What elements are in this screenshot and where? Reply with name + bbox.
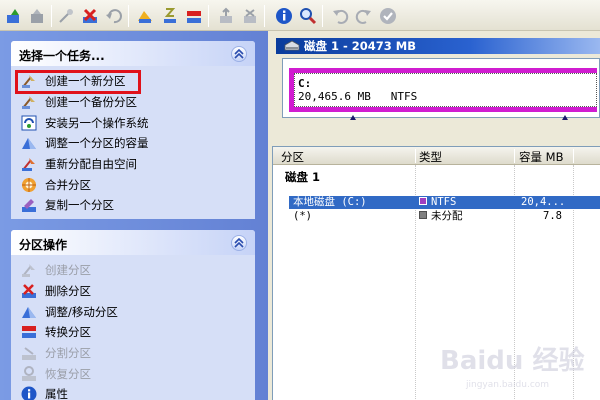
task-install-os[interactable]: 安装另一个操作系统 [11,112,255,133]
save-icon[interactable] [216,6,236,26]
copy-partition-icon [21,197,37,213]
column-partition[interactable]: 分区 [281,149,304,165]
task-label: 合并分区 [45,177,91,192]
split-partition-icon [21,345,37,361]
partition-c-block[interactable]: C: 20,465.6 MB NTFS [289,68,597,112]
task-backup-partition[interactable]: 创建一个备份分区 [11,92,255,113]
task-group-title: 选择一个任务... [19,49,105,63]
delete-partition-icon [21,283,37,299]
partition-name: 本地磁盘 (C:) [293,196,367,208]
partition-type: 未分配 [431,210,463,222]
apply-icon[interactable] [4,6,24,26]
op-resize-move[interactable]: 调整/移动分区 [11,301,255,322]
partition-info: 20,465.6 MB NTFS [298,90,418,103]
wizard-icon[interactable] [56,6,76,26]
recover-partition-icon [21,365,37,382]
task-label: 调整一个分区的容量 [45,136,149,151]
backup-partition-icon [21,94,37,110]
resize-icon[interactable] [135,6,155,26]
op-split-partition: 分割分区 [11,343,255,364]
resize-partition-icon [21,135,37,151]
disk-title-bar: 磁盘 1 - 20473 MB [276,38,600,54]
delete-icon[interactable] [80,6,100,26]
redo-arrow-icon[interactable] [354,6,374,26]
partition-type: NTFS [431,196,457,208]
search-icon[interactable] [298,6,318,26]
convert-partition-icon [21,324,37,340]
task-label: 重新分配自由空间 [45,157,137,172]
op-label: 创建分区 [45,263,91,278]
op-label: 恢复分区 [45,366,91,381]
convert-icon[interactable] [160,6,180,26]
operations-group-title: 分区操作 [19,238,68,252]
redistribute-space-icon [21,156,37,172]
install-os-icon [21,115,37,131]
undo-arrow-icon[interactable] [330,6,350,26]
list-header: 分区 类型 容量 MB [273,147,600,165]
op-label: 属性 [45,387,68,400]
task-resize-partition[interactable]: 调整一个分区的容量 [11,133,255,154]
op-label: 调整/移动分区 [45,304,118,319]
column-size[interactable]: 容量 MB [519,149,563,165]
column-type[interactable]: 类型 [419,149,442,165]
collapse-icon[interactable] [231,46,247,62]
collapse-icon[interactable] [231,235,247,251]
hard-disk-icon [284,40,300,56]
op-properties[interactable]: 属性 [11,384,255,400]
partition-letter: C: [298,77,312,90]
op-convert-partition[interactable]: 转换分区 [11,322,255,343]
partition-name: (*) [293,210,312,222]
disk-map: 磁盘 1 - 20473 MB C: 20,465.6 MB NTFS [272,31,600,143]
task-pane: 选择一个任务... 创建一个新分区 创建一个备份分区 安装另一个操作系统 调整一… [0,31,268,400]
table-row[interactable]: (*) 未分配 7.8 [289,210,600,223]
disk-title: 磁盘 1 - 20473 MB [304,39,417,53]
task-group-header[interactable]: 选择一个任务... [11,41,255,66]
operations-group: 分区操作 创建分区 删除分区 调整/移动分区 转换分区 分割分区 恢复分区 属性 [11,230,255,400]
check-icon[interactable] [378,6,398,26]
disk-label: 磁盘 1 [285,170,321,184]
partition-size: 20,4... [521,196,566,208]
task-copy-partition[interactable]: 复制一个分区 [11,195,255,216]
op-delete-partition[interactable]: 删除分区 [11,281,255,302]
highlight-box [15,70,141,94]
merge-icon[interactable] [240,6,260,26]
back-icon[interactable] [104,6,124,26]
task-group: 选择一个任务... 创建一个新分区 创建一个备份分区 安装另一个操作系统 调整一… [11,41,255,219]
merge-partition-icon [21,177,37,193]
task-label: 安装另一个操作系统 [45,115,149,130]
table-row[interactable]: 本地磁盘 (C:) NTFS 20,4... [289,196,600,209]
ntfs-color-chip [419,197,427,205]
op-label: 删除分区 [45,284,91,299]
resize-move-icon [21,304,37,320]
task-label: 创建一个备份分区 [45,95,137,110]
operations-group-header[interactable]: 分区操作 [11,230,255,255]
create-partition-icon [21,262,37,278]
split-icon[interactable] [184,6,204,26]
task-redistribute-space[interactable]: 重新分配自由空间 [11,154,255,175]
disk-frame: C: 20,465.6 MB NTFS [282,58,600,118]
partition-list: 分区 类型 容量 MB 磁盘 1 本地磁盘 (C:) NTFS 20,4... … [272,146,600,400]
op-label: 分割分区 [45,346,91,361]
task-label: 复制一个分区 [45,198,114,213]
properties-icon [21,386,37,400]
marker-bottom-right [562,115,568,120]
toolbar [0,0,600,31]
op-label: 转换分区 [45,325,91,340]
task-merge-partition[interactable]: 合并分区 [11,174,255,195]
marker-bottom-left [350,115,356,120]
partition-size: 7.8 [543,210,562,222]
unallocated-color-chip [419,211,427,219]
op-recover-partition: 恢复分区 [11,363,255,384]
undo-icon[interactable] [27,6,47,26]
info-icon[interactable] [274,6,294,26]
task-create-partition[interactable]: 创建一个新分区 [11,70,255,94]
op-create-partition: 创建分区 [11,260,255,281]
